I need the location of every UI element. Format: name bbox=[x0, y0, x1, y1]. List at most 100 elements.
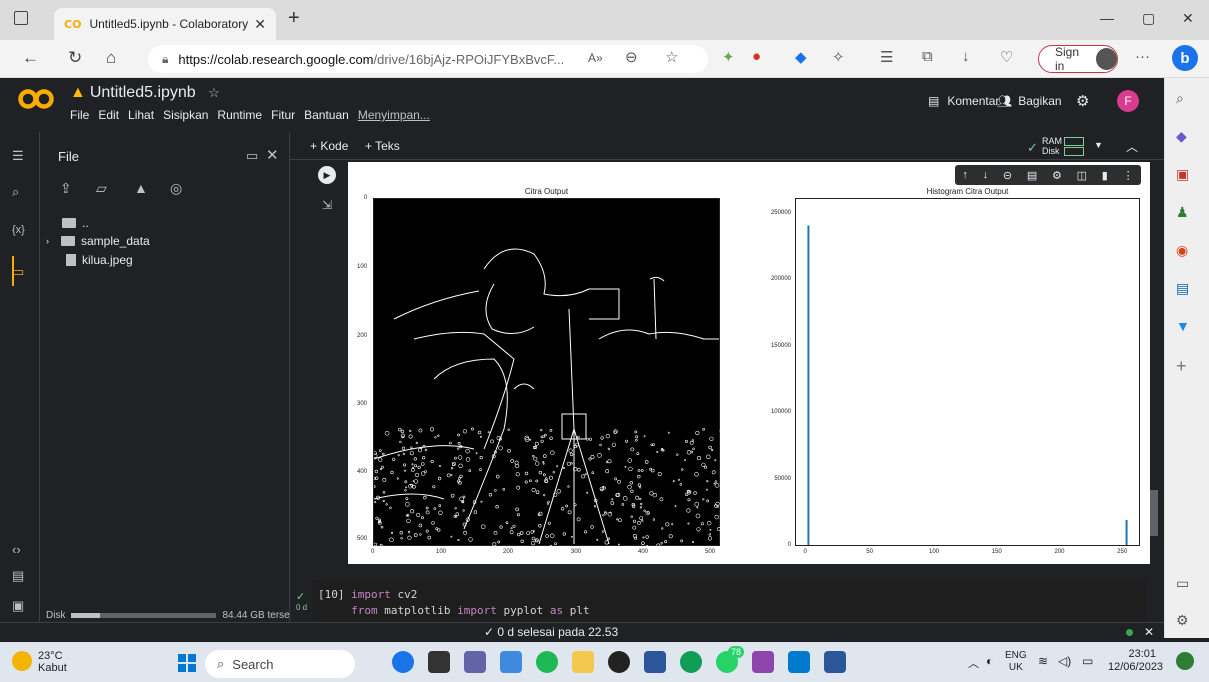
star-icon[interactable]: ☆ bbox=[208, 85, 220, 100]
colab-logo[interactable] bbox=[18, 88, 54, 110]
menu-sisipkan[interactable]: Sisipkan bbox=[163, 108, 208, 122]
minimize-icon[interactable]: — bbox=[1100, 10, 1114, 26]
spotify-icon[interactable] bbox=[536, 651, 558, 673]
tray-app-icon[interactable]: ◐ bbox=[986, 654, 993, 668]
weather-widget[interactable]: 23°C Kabut bbox=[38, 650, 67, 674]
add-text-button[interactable]: + Teks bbox=[365, 139, 400, 153]
vscode-icon[interactable] bbox=[788, 651, 810, 673]
notebook-title[interactable]: ▲ Untitled5.ipynb ☆ bbox=[70, 84, 220, 102]
ram-disk-indicator[interactable]: RAM Disk bbox=[1042, 136, 1062, 156]
folder-item-sample-data[interactable]: › sample_data bbox=[46, 234, 150, 248]
link-icon[interactable]: ⊝ bbox=[1003, 169, 1012, 182]
zoom-icon[interactable]: ⊖ bbox=[625, 48, 638, 66]
collections-icon[interactable]: ⧉ bbox=[922, 48, 933, 65]
favorite-star-icon[interactable]: ☆ bbox=[665, 48, 678, 66]
hide-files-icon[interactable]: ◎ bbox=[170, 180, 182, 197]
wifi-icon[interactable]: ≋ bbox=[1038, 654, 1048, 668]
menu-runtime[interactable]: Runtime bbox=[217, 108, 262, 122]
komentar-button[interactable]: ▤ Komentar bbox=[928, 94, 999, 108]
winrar-icon[interactable] bbox=[752, 651, 774, 673]
more-vert-icon[interactable]: ⋮ bbox=[1123, 169, 1134, 182]
battery-icon[interactable]: ▭ bbox=[1082, 654, 1093, 668]
sign-in-button[interactable]: Sign in bbox=[1038, 45, 1118, 73]
sidebar-settings-icon[interactable]: ⚙ bbox=[1176, 612, 1189, 629]
extension-blue-icon[interactable]: ◆ bbox=[795, 48, 807, 66]
extension-leaf-icon[interactable]: ✦ bbox=[722, 48, 735, 66]
sidebar-add-icon[interactable]: + bbox=[1176, 356, 1187, 377]
menu-bantuan[interactable]: Bantuan bbox=[304, 108, 349, 122]
menu-lihat[interactable]: Lihat bbox=[128, 108, 154, 122]
parent-folder-item[interactable]: .. bbox=[62, 216, 89, 230]
file-item-kilua[interactable]: kilua.jpeg bbox=[66, 253, 133, 267]
extensions-puzzle-icon[interactable]: ✧ bbox=[832, 48, 845, 66]
file-explorer-icon[interactable] bbox=[572, 651, 594, 673]
move-up-icon[interactable]: ↑ bbox=[962, 169, 968, 181]
extension-red-icon[interactable]: ● bbox=[752, 48, 761, 65]
settings-gear-icon[interactable]: ⚙ bbox=[1076, 92, 1089, 110]
upload-icon[interactable]: ⇪ bbox=[60, 180, 72, 197]
menu-edit[interactable]: Edit bbox=[98, 108, 119, 122]
command-palette-icon[interactable]: ▤ bbox=[12, 568, 24, 584]
output-scrollbar[interactable] bbox=[1150, 490, 1158, 536]
mirror-cell-icon[interactable]: ◫ bbox=[1077, 169, 1087, 182]
runtime-dropdown-icon[interactable]: ▼ bbox=[1094, 140, 1103, 150]
folder-icon[interactable]: ▭ bbox=[12, 264, 24, 280]
close-panel-icon[interactable]: ✕ bbox=[266, 146, 279, 164]
task-view-icon[interactable] bbox=[428, 651, 450, 673]
open-in-tab-icon[interactable]: ▭ bbox=[246, 148, 258, 164]
tray-chevron-icon[interactable]: ︿ bbox=[968, 655, 979, 671]
code-editor[interactable]: [10] import cv2 from matplotlib import p… bbox=[318, 587, 590, 619]
menu-fitur[interactable]: Fitur bbox=[271, 108, 295, 122]
output-actions-icon[interactable]: ⇲ bbox=[322, 198, 332, 212]
menu-file[interactable]: File bbox=[70, 108, 89, 122]
refresh-icon[interactable]: ↻ bbox=[68, 48, 82, 68]
url-input[interactable]: 🔒︎ https://colab.research.google.com /dr… bbox=[148, 45, 708, 73]
store-icon[interactable] bbox=[644, 651, 666, 673]
mount-drive-icon[interactable]: ▲ bbox=[134, 180, 148, 196]
bagikan-button[interactable]: 👥︎ Bagikan bbox=[997, 94, 1062, 108]
search-icon[interactable]: ⌕ bbox=[12, 184, 19, 200]
back-icon[interactable]: ← bbox=[22, 48, 39, 68]
bing-icon[interactable] bbox=[392, 651, 414, 673]
notification-badge[interactable] bbox=[1176, 652, 1194, 670]
terminal-icon[interactable]: ▣ bbox=[12, 598, 24, 614]
downloads-icon[interactable]: ↓ bbox=[962, 48, 970, 65]
tab-actions-icon[interactable] bbox=[14, 11, 28, 25]
toc-icon[interactable]: ☰ bbox=[12, 148, 24, 164]
sidebar-briefcase-icon[interactable]: ▣ bbox=[1176, 166, 1189, 183]
sidebar-layout-icon[interactable]: ▭ bbox=[1176, 575, 1189, 592]
chevron-right-icon[interactable]: › bbox=[46, 236, 49, 246]
add-code-button[interactable]: + Kode bbox=[310, 139, 348, 153]
more-options-icon[interactable]: ··· bbox=[1135, 48, 1150, 65]
notepad-icon[interactable] bbox=[500, 651, 522, 673]
bing-copilot-icon[interactable]: b bbox=[1172, 45, 1198, 71]
start-button[interactable] bbox=[178, 654, 196, 672]
read-aloud-icon[interactable]: A» bbox=[588, 51, 603, 65]
cell-settings-icon[interactable]: ⚙ bbox=[1052, 169, 1062, 182]
clock[interactable]: 23:01 12/06/2023 bbox=[1108, 648, 1163, 674]
close-window-icon[interactable]: ✕ bbox=[1182, 10, 1194, 27]
close-tab-icon[interactable]: ✕ bbox=[254, 16, 266, 33]
word-icon[interactable] bbox=[824, 651, 846, 673]
sidebar-office-icon[interactable]: ◉ bbox=[1176, 242, 1188, 259]
weather-icon[interactable] bbox=[12, 651, 32, 671]
edge-icon[interactable] bbox=[680, 651, 702, 673]
variables-icon[interactable]: {x} bbox=[12, 224, 25, 236]
new-tab-button[interactable]: + bbox=[288, 7, 300, 30]
sidebar-drop-icon[interactable]: ▼ bbox=[1176, 318, 1190, 334]
favorites-icon[interactable]: ☰ bbox=[880, 48, 893, 66]
status-close-icon[interactable]: ✕ bbox=[1144, 625, 1154, 639]
sidebar-tag-icon[interactable]: ◆ bbox=[1176, 128, 1187, 145]
run-cell-button[interactable]: ▶ bbox=[318, 166, 336, 184]
move-down-icon[interactable]: ↓ bbox=[983, 169, 989, 181]
collapse-icon[interactable]: ︿ bbox=[1126, 138, 1138, 155]
teams-icon[interactable] bbox=[464, 651, 486, 673]
new-folder-icon[interactable]: ▱ bbox=[96, 180, 107, 197]
home-icon[interactable]: ⌂ bbox=[106, 48, 116, 68]
code-snippets-icon[interactable]: ‹› bbox=[12, 542, 21, 557]
taskbar-search[interactable]: ⌕ Search bbox=[205, 650, 355, 678]
volume-icon[interactable]: ◁) bbox=[1058, 654, 1071, 668]
sidebar-search-icon[interactable]: ⌕ bbox=[1176, 90, 1184, 107]
sidebar-outlook-icon[interactable]: ▤ bbox=[1176, 280, 1189, 297]
restore-icon[interactable]: ▢ bbox=[1142, 10, 1155, 27]
